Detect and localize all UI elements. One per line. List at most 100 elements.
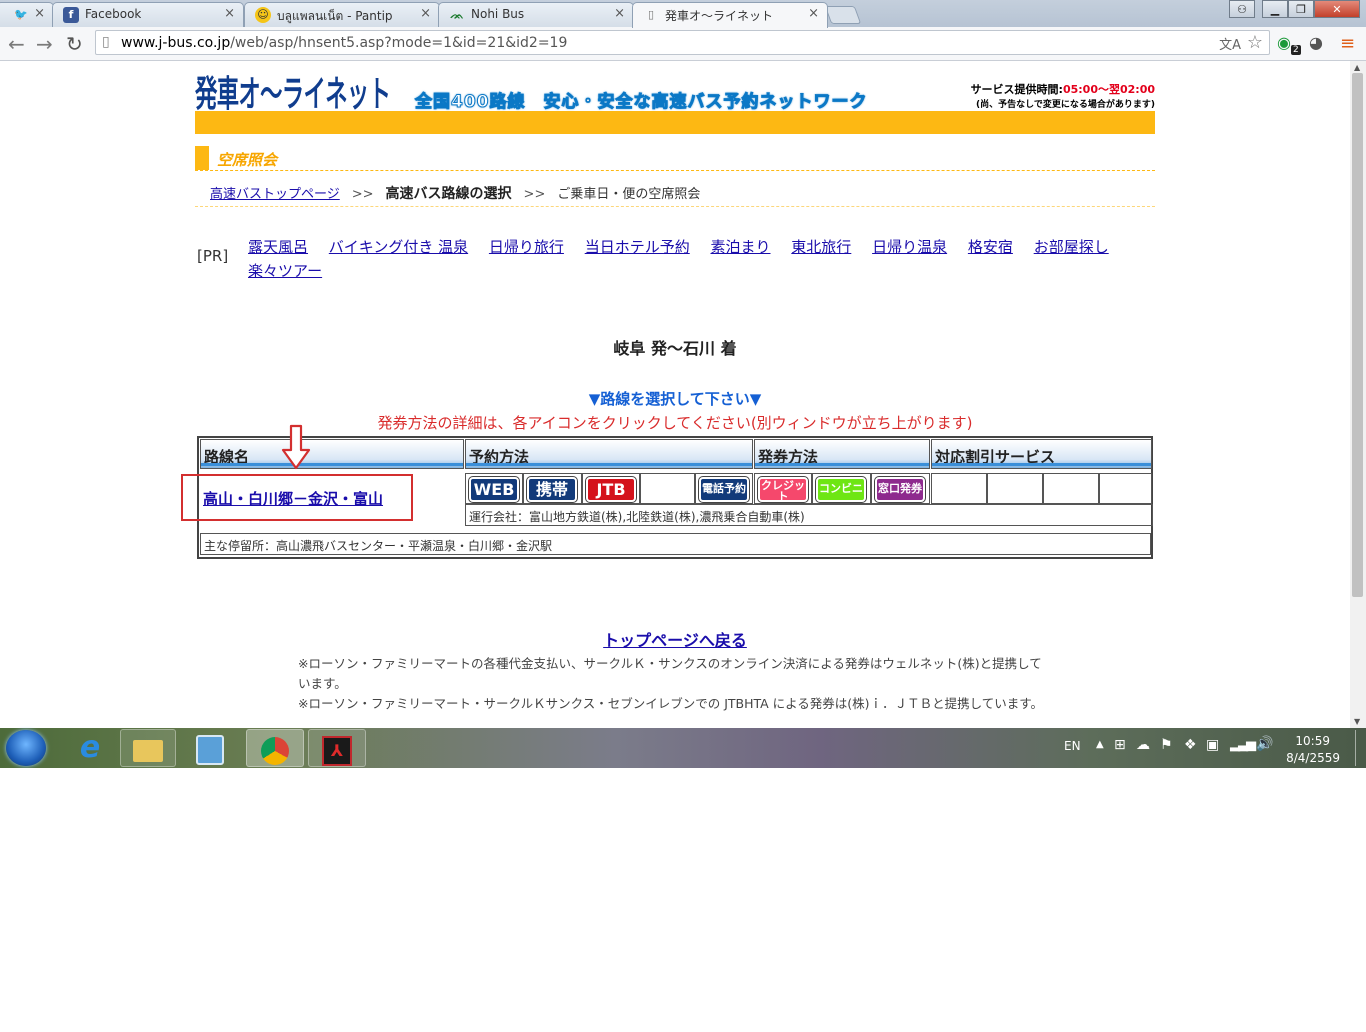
highlight-box bbox=[181, 474, 413, 521]
internet-explorer-icon[interactable]: e bbox=[62, 729, 118, 767]
close-icon[interactable]: × bbox=[224, 6, 235, 21]
forward-icon[interactable]: → bbox=[36, 32, 53, 56]
jtb-badge[interactable]: JTB bbox=[586, 477, 636, 502]
close-window-button[interactable]: ✕ bbox=[1314, 0, 1360, 18]
start-button[interactable] bbox=[6, 730, 46, 766]
pr-link[interactable]: 日帰り温泉 bbox=[872, 238, 947, 256]
footnote-2: ※ローソン・ファミリーマート・サークルＫサンクス・セブンイレブンでの JTBHT… bbox=[298, 696, 1043, 711]
credit-badge[interactable]: クレジット bbox=[758, 477, 808, 502]
media-player-icon[interactable] bbox=[182, 729, 238, 767]
breadcrumb-separator: >> bbox=[351, 187, 374, 202]
discount-cell bbox=[1043, 473, 1099, 504]
route-table: 路線名 予約方法 発券方法 対応割引サービス 高山・白川郷－金沢・富山 WEB … bbox=[181, 424, 1153, 559]
operator-info: 運行会社：富山地方鉄道(株),北陸鉄道(株),濃飛乗合自動車(株) bbox=[465, 504, 1153, 526]
tab-twitter[interactable]: 🐦 × bbox=[0, 2, 54, 27]
file-explorer-icon[interactable] bbox=[120, 729, 176, 767]
nohi-icon: ᨏ bbox=[450, 8, 464, 21]
breadcrumb-home-link[interactable]: 高速バストップページ bbox=[210, 187, 340, 202]
scrollbar-thumb[interactable] bbox=[1352, 73, 1363, 597]
pr-link[interactable]: お部屋探し bbox=[1034, 238, 1109, 256]
pr-link[interactable]: 日帰り旅行 bbox=[489, 238, 564, 256]
cloud-icon[interactable]: ☁ bbox=[1136, 737, 1150, 753]
menu-icon[interactable]: ≡ bbox=[1340, 33, 1355, 54]
site-logo[interactable]: 発車オ～ライネット bbox=[195, 65, 391, 117]
header-ticketing: 発券方法 bbox=[754, 439, 930, 469]
mobile-badge[interactable]: 携帯 bbox=[527, 477, 577, 502]
blank-area bbox=[0, 768, 1366, 1032]
address-bar[interactable]: ▯ www.j-bus.co.jp/web/asp/hnsent5.asp?mo… bbox=[95, 30, 1270, 55]
pr-link[interactable]: 露天風呂 bbox=[248, 238, 308, 256]
taskbar: e ⅄ EN ▲ ⊞ ☁ ⚑ ❖ ▣ ▂▃▅ 🔊 10:59 8/4/2559 bbox=[0, 728, 1366, 768]
extension-eye-icon[interactable]: ◉ bbox=[1277, 33, 1291, 52]
clock-date[interactable]: 8/4/2559 bbox=[1286, 751, 1340, 765]
new-tab-button[interactable] bbox=[824, 6, 862, 24]
web-badge[interactable]: WEB bbox=[469, 477, 519, 502]
close-icon[interactable]: × bbox=[808, 6, 819, 21]
profile-icon[interactable]: ⚇ bbox=[1229, 0, 1255, 18]
browser-toolbar: ← → ↻ ▯ www.j-bus.co.jp/web/asp/hnsent5.… bbox=[0, 27, 1366, 61]
extension-globe-icon[interactable]: ◕ bbox=[1309, 33, 1323, 52]
phone-badge[interactable]: 電話予約 bbox=[699, 477, 749, 502]
language-indicator[interactable]: EN bbox=[1064, 739, 1081, 753]
down-arrow-icon bbox=[281, 424, 311, 470]
pr-link[interactable]: 楽々ツアー bbox=[248, 262, 322, 280]
scroll-down-icon[interactable]: ▼ bbox=[1354, 717, 1360, 726]
route-title: 岐阜 発～石川 着 bbox=[613, 339, 737, 358]
footnote-1: ※ローソン・ファミリーマートの各種代金支払い、サークルＫ・サンクスのオンライン決… bbox=[298, 656, 1042, 691]
pantip-icon: ☺ bbox=[255, 7, 271, 23]
volume-icon[interactable]: 🔊 bbox=[1256, 736, 1273, 752]
close-icon[interactable]: × bbox=[614, 6, 625, 21]
ticketing-cell: コンビニ bbox=[812, 473, 871, 504]
header-reservation: 予約方法 bbox=[465, 439, 753, 469]
tab-nohi-bus[interactable]: ᨏ Nohi Bus × bbox=[438, 2, 634, 27]
header-route-name: 路線名 bbox=[200, 439, 464, 469]
tab-pantip[interactable]: ☺ บลูแพลนเน็ต - Pantip × bbox=[244, 2, 440, 27]
clock-time[interactable]: 10:59 bbox=[1295, 734, 1330, 748]
tab-facebook[interactable]: f Facebook × bbox=[52, 2, 244, 27]
pr-link[interactable]: バイキング付き 温泉 bbox=[329, 238, 468, 256]
network-icon[interactable]: ▂▃▅ bbox=[1230, 737, 1256, 752]
windows-icon[interactable]: ⊞ bbox=[1114, 737, 1126, 753]
ticketing-cell: 窓口発券 bbox=[871, 473, 930, 504]
pr-link[interactable]: 当日ホテル予約 bbox=[585, 238, 690, 256]
url-text[interactable]: www.j-bus.co.jp/web/asp/hnsent5.asp?mode… bbox=[121, 35, 567, 51]
reservation-cell: 電話予約 bbox=[695, 473, 753, 504]
tab-label: Nohi Bus bbox=[471, 7, 525, 21]
dropbox-icon[interactable]: ❖ bbox=[1184, 737, 1197, 753]
translate-icon[interactable]: 文A bbox=[1219, 34, 1241, 53]
tab-hassha-orai[interactable]: ▯ 発車オ～ライネット × bbox=[632, 2, 828, 28]
reservation-cell: 携帯 bbox=[523, 473, 582, 504]
service-hours: サービス提供時間:05:00～翌02:00 bbox=[971, 81, 1155, 97]
section-title: 空席照会 bbox=[217, 151, 278, 169]
page-icon: ▯ bbox=[102, 34, 110, 50]
clipboard-icon[interactable]: ▣ bbox=[1206, 737, 1219, 753]
flag-icon[interactable]: ⚑ bbox=[1160, 737, 1173, 753]
maximize-button[interactable]: ❐ bbox=[1288, 0, 1314, 18]
reload-icon[interactable]: ↻ bbox=[66, 32, 83, 56]
convenience-badge[interactable]: コンビニ bbox=[816, 477, 866, 502]
discount-cell bbox=[987, 473, 1043, 504]
discount-cell bbox=[931, 473, 987, 504]
page-viewport: 発車オ～ライネット 全国400路線 安心・安全な高速バス予約ネットワーク サービ… bbox=[0, 61, 1350, 728]
page-icon: ▯ bbox=[647, 8, 655, 21]
counter-badge[interactable]: 窓口発券 bbox=[875, 477, 925, 502]
main-stops: 主な停留所：高山濃飛バスセンター・平瀬温泉・白川郷・金沢駅 bbox=[200, 533, 1151, 555]
tab-label: 発車オ～ライネット bbox=[665, 9, 774, 23]
pr-link[interactable]: 格安宿 bbox=[968, 238, 1013, 256]
service-note: (尚、予告なしで変更になる場合があります) bbox=[976, 100, 1155, 110]
show-desktop-button[interactable] bbox=[1355, 730, 1366, 766]
close-icon[interactable]: × bbox=[34, 6, 45, 21]
pr-link[interactable]: 東北旅行 bbox=[791, 238, 851, 256]
pr-link[interactable]: 素泊まり bbox=[711, 238, 771, 256]
back-icon[interactable]: ← bbox=[8, 32, 25, 56]
acrobat-icon[interactable]: ⅄ bbox=[308, 729, 366, 767]
header-bar bbox=[195, 111, 1155, 134]
chrome-icon[interactable] bbox=[246, 729, 304, 767]
minimize-button[interactable]: ▁ bbox=[1262, 0, 1288, 18]
scroll-up-icon[interactable]: ▲ bbox=[1354, 63, 1360, 72]
section-header: 空席照会 bbox=[195, 146, 1155, 171]
close-icon[interactable]: × bbox=[420, 6, 431, 21]
show-hidden-icons[interactable]: ▲ bbox=[1096, 739, 1104, 750]
bookmark-star-icon[interactable]: ☆ bbox=[1247, 32, 1263, 53]
back-to-top-link[interactable]: トップページへ戻る bbox=[603, 631, 747, 650]
